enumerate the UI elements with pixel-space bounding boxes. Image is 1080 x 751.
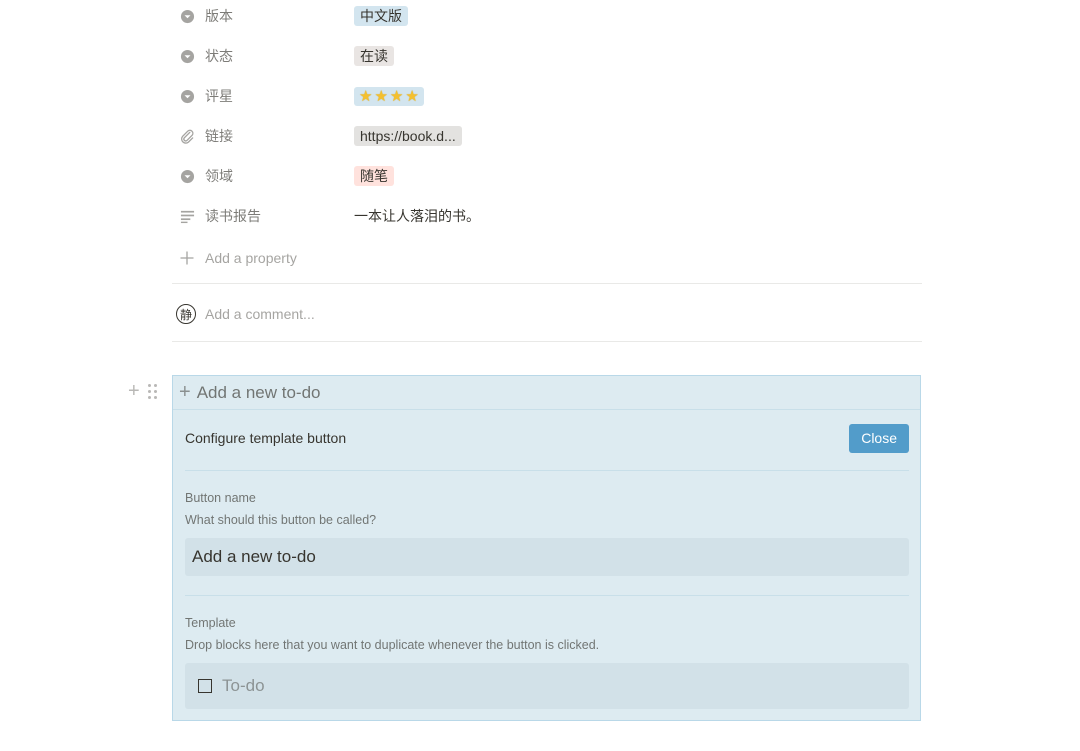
property-name: 链接 [205,128,233,144]
config-header: Configure template button Close [185,422,909,454]
template-button[interactable]: + Add a new to-do [173,376,920,410]
select-icon [179,48,195,64]
property-name: 版本 [205,8,233,24]
property-name: 状态 [205,48,233,64]
avatar: 静 [176,304,196,324]
property-row-report[interactable]: 读书报告 一本让人落泪的书。 [172,196,922,236]
add-property-button[interactable]: Add a property [172,238,297,278]
close-button[interactable]: Close [849,423,909,453]
template-button-label: Add a new to-do [196,382,321,402]
property-row-version[interactable]: 版本 中文版 [172,0,922,36]
star-icon: ★ [374,87,388,105]
tag: 随笔 [354,166,394,186]
select-icon [179,8,195,24]
star-icon: ★ [389,87,404,105]
link-icon [179,128,195,144]
property-name: 评星 [205,88,233,104]
property-name-container: 读书报告 [172,206,354,226]
property-value[interactable]: https://book.d... [354,126,462,146]
divider [185,470,909,471]
todo-placeholder[interactable]: To-do [222,676,265,696]
text-icon [179,208,195,224]
checkbox[interactable] [198,679,212,693]
tag: 中文版 [354,6,408,26]
plus-icon: + [179,381,191,403]
plus-icon [179,250,195,266]
property-name-container: 链接 [172,126,354,146]
divider [185,595,909,596]
template-button-block: + Add a new to-do Configure template but… [172,375,921,721]
property-name-container: 评星 [172,86,354,106]
star-icon: ★ [405,87,419,105]
template-drop-zone[interactable]: To-do [185,663,909,709]
template-help: Drop blocks here that you want to duplic… [185,638,600,652]
select-icon [179,168,195,184]
config-title: Configure template button [185,430,347,446]
star-icon: ★ [359,87,373,105]
comment-placeholder[interactable]: Add a comment... [205,306,315,322]
button-name-help: What should this button be called? [185,513,377,527]
property-value[interactable]: 中文版 [354,6,408,26]
property-name-container: 版本 [172,6,354,26]
link-value[interactable]: https://book.d... [354,126,462,146]
property-row-status[interactable]: 状态 在读 [172,36,922,76]
block-handles: + [128,380,157,402]
property-name-container: 状态 [172,46,354,66]
property-name-container: 领域 [172,166,354,186]
star-rating: ★ ★ ★ ★ [354,86,424,106]
add-block-icon[interactable]: + [128,381,140,401]
drag-handle-icon[interactable] [147,383,157,399]
property-row-domain[interactable]: 领域 随笔 [172,156,922,196]
divider [172,283,922,284]
divider [172,341,922,342]
property-row-link[interactable]: 链接 https://book.d... [172,116,922,156]
template-label: Template [185,616,236,630]
button-name-input[interactable]: Add a new to-do [185,538,909,576]
property-name: 领域 [205,168,233,184]
text-value: 一本让人落泪的书。 [354,208,480,224]
select-icon [179,88,195,104]
comment-input-row[interactable]: 静 Add a comment... [172,295,922,333]
property-name: 读书报告 [205,208,261,224]
property-value[interactable]: 一本让人落泪的书。 [354,206,480,226]
add-property-label: Add a property [205,250,297,266]
property-value[interactable]: ★ ★ ★ ★ [354,86,424,106]
property-value[interactable]: 随笔 [354,166,394,186]
tag: 在读 [354,46,394,66]
property-row-rating[interactable]: 评星 ★ ★ ★ ★ [172,76,922,116]
property-value[interactable]: 在读 [354,46,394,66]
button-name-label: Button name [185,491,256,505]
